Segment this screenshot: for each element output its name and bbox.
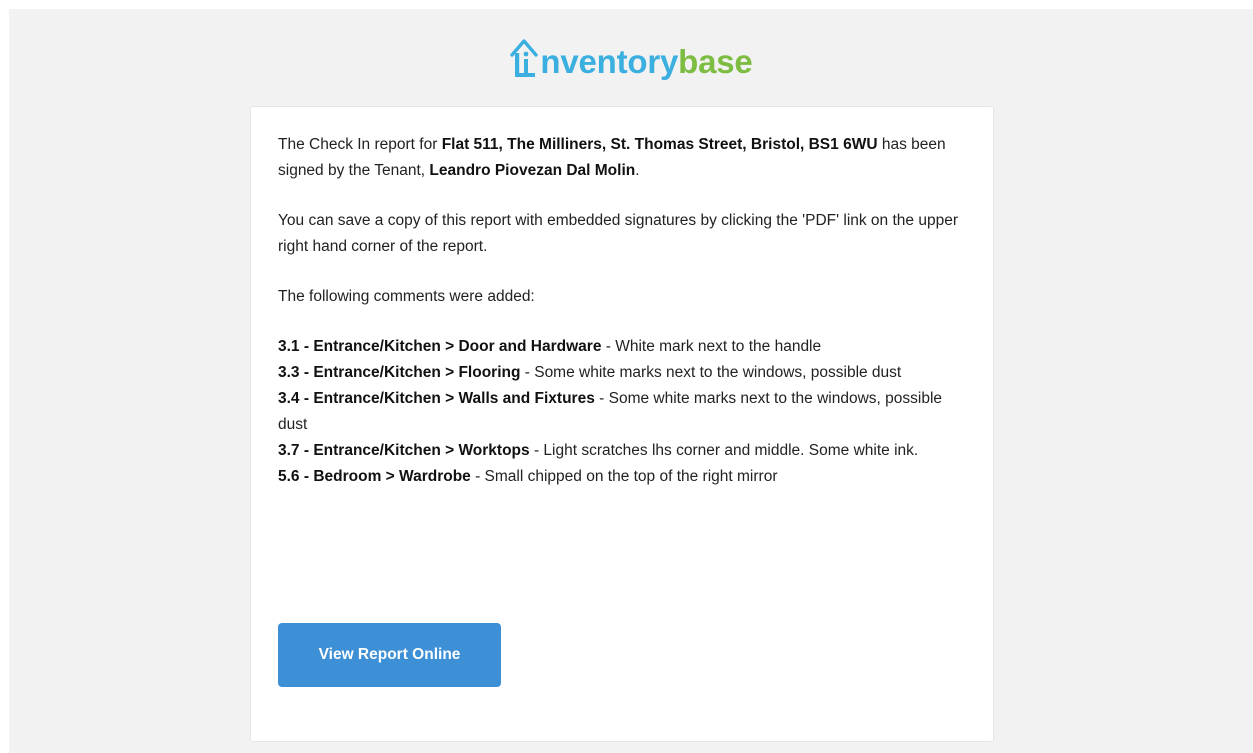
comment-item: 3.1 - Entrance/Kitchen > Door and Hardwa… [278, 338, 822, 355]
message-body: The Check In report for Flat 511, The Mi… [278, 132, 973, 490]
save-note: You can save a copy of this report with … [278, 212, 958, 255]
view-report-online-button[interactable]: View Report Online [278, 623, 501, 687]
comment-item: 3.4 - Entrance/Kitchen > Walls and Fixtu… [278, 390, 943, 433]
email-background: nventory base The Check In report for Fla… [9, 9, 1253, 753]
comments-list: 3.1 - Entrance/Kitchen > Door and Hardwa… [278, 334, 973, 490]
comment-item: 3.7 - Entrance/Kitchen > Worktops - Ligh… [278, 442, 919, 459]
logo-text-inventory: nventory [540, 43, 679, 80]
comment-item: 3.3 - Entrance/Kitchen > Flooring - Some… [278, 364, 902, 381]
comment-item: 5.6 - Bedroom > Wardrobe - Small chipped… [278, 468, 778, 485]
comments-heading: The following comments were added: [278, 288, 535, 305]
inventorybase-logo: nventory base [9, 31, 1253, 81]
tenant-name: Leandro Piovezan Dal Molin [429, 162, 636, 179]
property-address: Flat 511, The Milliners, St. Thomas Stre… [441, 136, 878, 153]
message-card: The Check In report for Flat 511, The Mi… [250, 106, 994, 742]
intro-paragraph: The Check In report for Flat 511, The Mi… [278, 136, 946, 179]
logo-text-base: base [678, 43, 753, 80]
house-icon [509, 33, 539, 81]
